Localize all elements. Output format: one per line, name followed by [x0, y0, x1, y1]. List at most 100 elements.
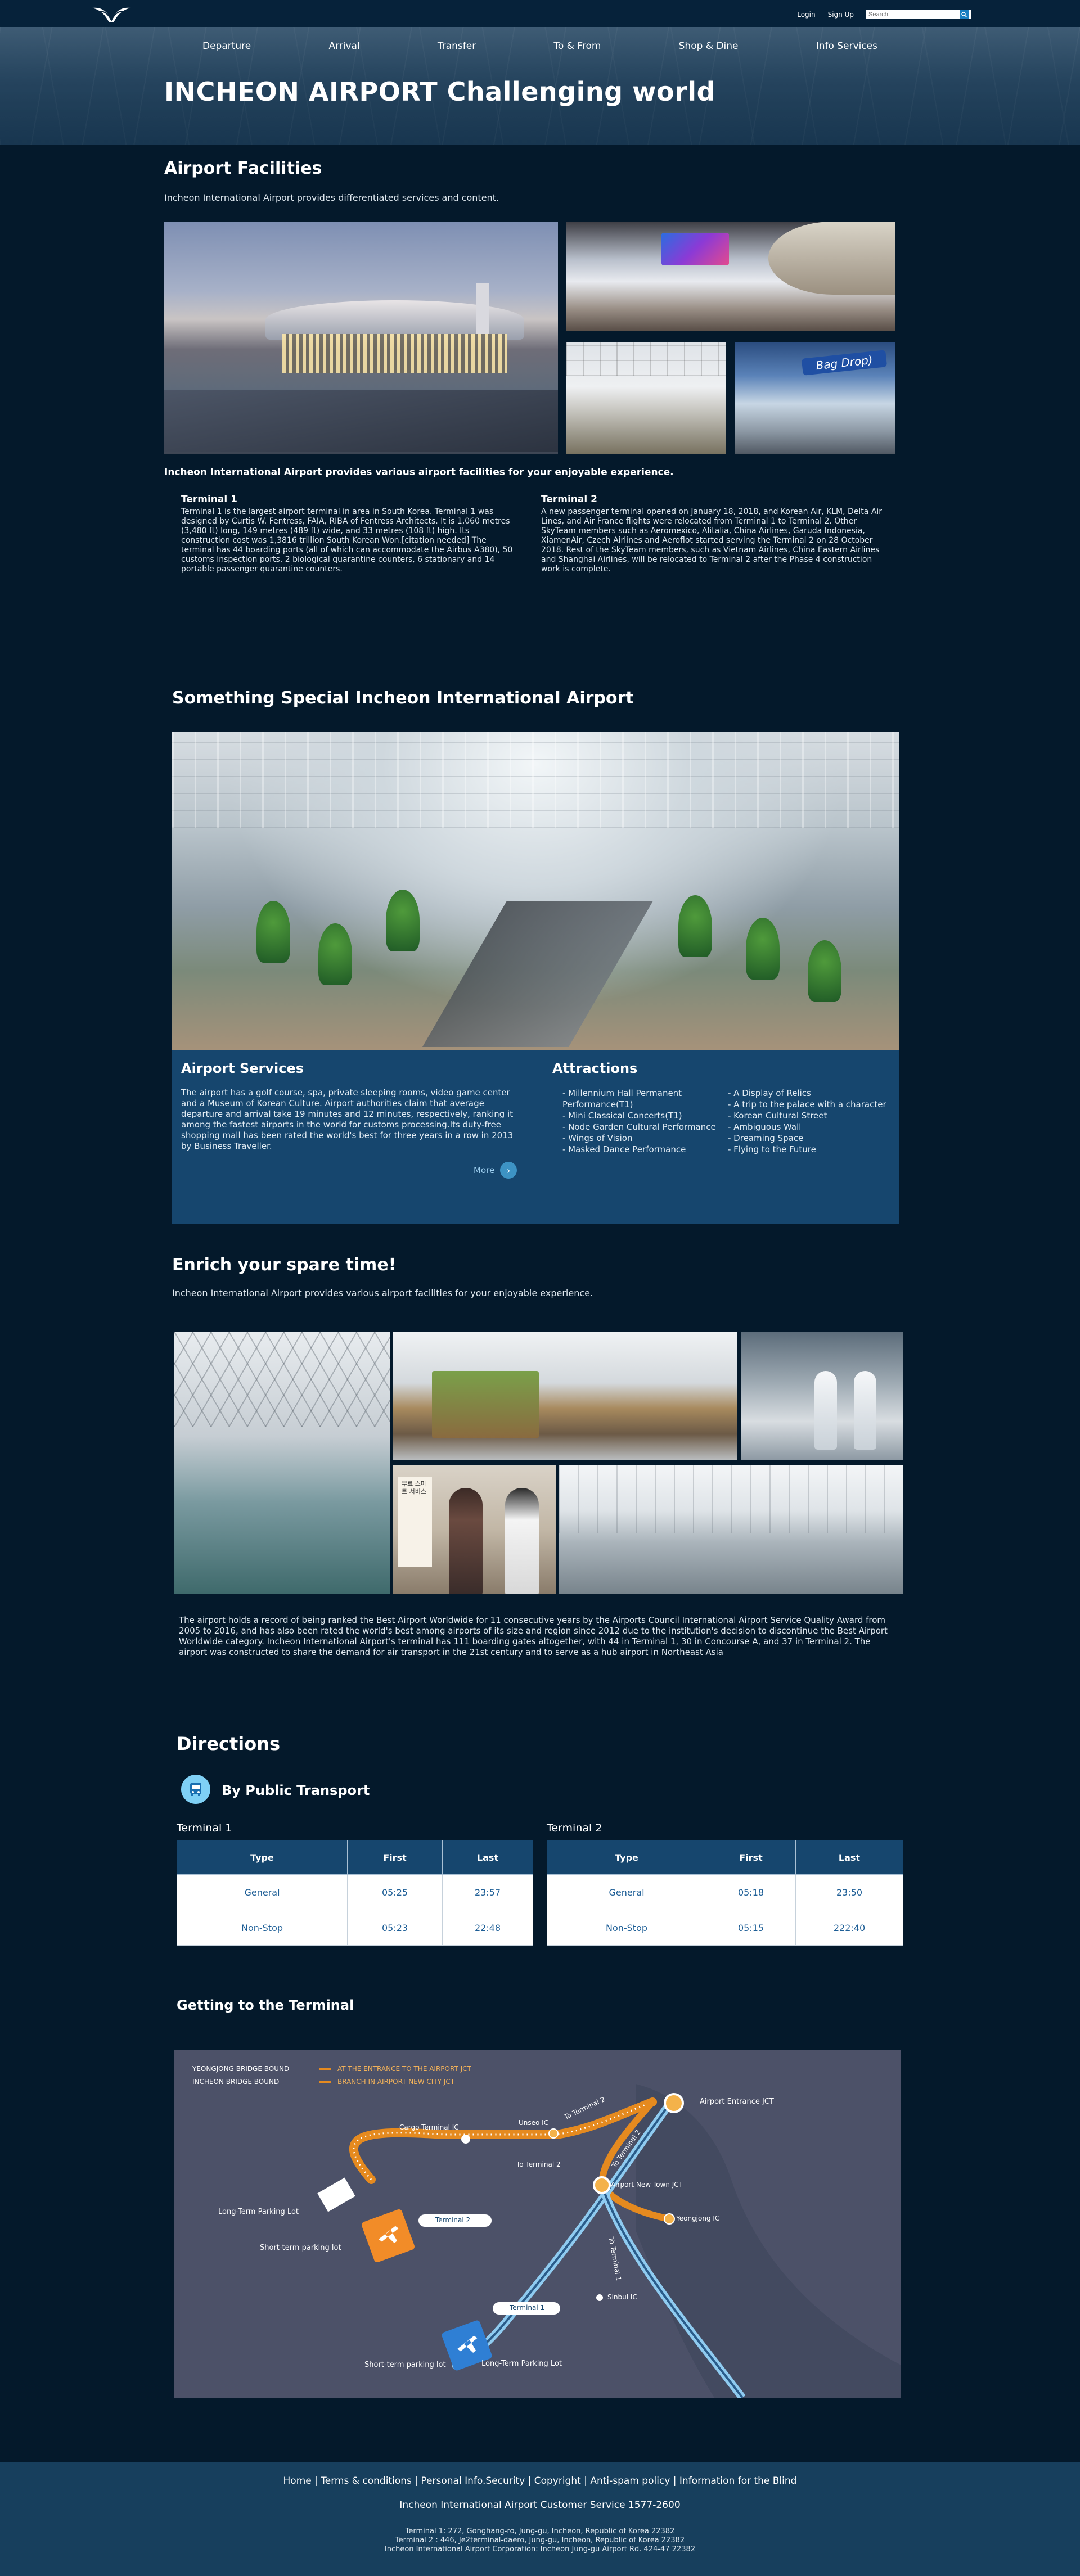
- table-cell: 05:23: [347, 1910, 443, 1946]
- legend-2-left: INCHEON BRIDGE BOUND: [192, 2078, 280, 2086]
- terminal1-text: Terminal 1 is the largest airport termin…: [181, 507, 513, 574]
- address-terminal1: Terminal 1: 272, Gonghang-ro, Jung-gu, I…: [405, 2527, 675, 2536]
- services-text: The airport has a golf course, spa, priv…: [181, 1088, 514, 1151]
- table-cell: General: [177, 1874, 348, 1910]
- table-cell: 05:18: [706, 1874, 796, 1910]
- customer-service: Incheon International Airport Customer S…: [399, 2500, 681, 2511]
- column-header: Last: [795, 1840, 903, 1875]
- nav-transfer[interactable]: Transfer: [438, 40, 476, 52]
- terminal2-text: A new passenger terminal opened on Janua…: [541, 507, 883, 574]
- more-button[interactable]: More ›: [474, 1162, 518, 1179]
- footer-link-home[interactable]: Home: [284, 2475, 312, 2487]
- facilities-title: Airport Facilities: [164, 159, 322, 178]
- spare-text: The airport holds a record of being rank…: [179, 1615, 888, 1657]
- table-cell: 05:15: [706, 1910, 796, 1946]
- list-item: - Flying to the Future: [728, 1144, 816, 1154]
- staff-service-photo: 무료 스마트 서비스: [393, 1465, 556, 1594]
- table-header-row: Type First Last: [547, 1840, 903, 1875]
- nav-to-from[interactable]: To & From: [554, 40, 601, 52]
- footer-link-antispam[interactable]: Anti-spam policy: [590, 2475, 670, 2487]
- bag-drop-sign: Bag Drop): [801, 350, 888, 376]
- table-row: Non-Stop 05:23 22:48: [177, 1910, 533, 1946]
- table-cell: Non-Stop: [547, 1910, 706, 1946]
- list-item: - Millennium Hall Permanent Performance(…: [562, 1088, 682, 1109]
- services-title: Airport Services: [181, 1061, 304, 1076]
- table-cell: 22:48: [442, 1910, 533, 1946]
- facilities-intro: Incheon International Airport provides d…: [164, 192, 500, 203]
- list-item: - Wings of Vision: [562, 1133, 633, 1143]
- transport-title: By Public Transport: [222, 1783, 370, 1798]
- label-long-term-2: Long-Term Parking Lot: [482, 2360, 562, 2368]
- service-sign: 무료 스마트 서비스: [398, 1477, 432, 1567]
- login-link[interactable]: Login: [797, 11, 815, 19]
- terminal-hall-photo: [566, 222, 896, 331]
- column-header: Last: [442, 1840, 533, 1875]
- nav-info-services[interactable]: Info Services: [816, 40, 878, 52]
- arrow-right-icon: ›: [500, 1162, 518, 1179]
- terminal-exterior-photo: [164, 222, 558, 454]
- utility-links: Login Sign Up: [797, 10, 971, 19]
- label-to-t2-b: To Terminal 2: [516, 2160, 561, 2168]
- search-input[interactable]: [866, 10, 971, 19]
- legend-2-right: BRANCH IN AIRPORT NEW CITY JCT: [338, 2078, 455, 2086]
- getting-title: Getting to the Terminal: [177, 1997, 354, 2013]
- search-icon[interactable]: [960, 10, 969, 19]
- departure-concourse-photo: [559, 1465, 903, 1594]
- label-sinbul: Sinbul IC: [608, 2293, 637, 2301]
- footer-link-blind[interactable]: Information for the Blind: [680, 2475, 797, 2487]
- terminal2-table-title: Terminal 2: [547, 1822, 602, 1834]
- terminal2-bus-table: Type First Last General 05:18 23:50 Non-…: [547, 1840, 903, 1946]
- address-corporation: Incheon International Airport Corporatio…: [384, 2545, 696, 2554]
- legend-1-left: YEONGJONG BRIDGE BOUND: [192, 2065, 290, 2073]
- attractions-list-1: - Millennium Hall Permanent Performance(…: [562, 1088, 726, 1155]
- list-item: - Korean Cultural Street: [728, 1111, 827, 1121]
- label-unseo: Unseo IC: [519, 2119, 549, 2127]
- label-long-term-1: Long-Term Parking Lot: [218, 2208, 299, 2216]
- departure-hall-photo: [566, 342, 726, 454]
- spare-intro: Incheon International Airport provides v…: [172, 1288, 593, 1298]
- footer-link-terms[interactable]: Terms & conditions: [321, 2475, 412, 2487]
- terminal1-heading: Terminal 1: [181, 494, 237, 505]
- nav-departure[interactable]: Departure: [202, 40, 251, 52]
- terminal-roof-photo: [174, 1332, 390, 1594]
- table-header-row: Type First Last: [177, 1840, 533, 1875]
- column-header: Type: [177, 1840, 348, 1875]
- signup-link[interactable]: Sign Up: [828, 11, 854, 19]
- attractions-title: Attractions: [552, 1061, 638, 1076]
- nav-shop-dine[interactable]: Shop & Dine: [679, 40, 739, 52]
- directions-title: Directions: [177, 1733, 281, 1754]
- footer-link-privacy[interactable]: Personal Info.Security: [421, 2475, 525, 2487]
- list-item: - Masked Dance Performance: [562, 1144, 686, 1154]
- route-map[interactable]: YEONGJONG BRIDGE BOUND AT THE ENTRANCE T…: [174, 2050, 901, 2398]
- column-header: Type: [547, 1840, 706, 1875]
- airport-interior-photo: [172, 732, 899, 1050]
- facilities-subtitle: Incheon International Airport provides v…: [164, 467, 674, 478]
- main-nav: Departure Arrival Transfer To & From Sho…: [202, 40, 878, 52]
- label-terminal1: Terminal 1: [510, 2304, 545, 2312]
- label-short-term-1: Short-term parking lot: [260, 2244, 341, 2252]
- check-in-counter-photo: Bag Drop): [735, 342, 896, 454]
- list-item: - Ambiguous Wall: [728, 1122, 802, 1132]
- terminal1-table-title: Terminal 1: [177, 1822, 232, 1834]
- label-new-town: Airport New Town JCT: [611, 2181, 683, 2189]
- table-row: General 05:25 23:57: [177, 1874, 533, 1910]
- guide-robot-photo: [741, 1332, 903, 1460]
- label-airport-entrance: Airport Entrance JCT: [700, 2097, 774, 2106]
- label-yeongjong: Yeongjong IC: [676, 2214, 720, 2222]
- bus-icon: [181, 1775, 210, 1804]
- footer-link-copyright[interactable]: Copyright: [534, 2475, 581, 2487]
- spare-title: Enrich your spare time!: [172, 1255, 397, 1275]
- airport-logo-icon[interactable]: [89, 3, 143, 26]
- lounge-cafe-photo: [393, 1332, 737, 1460]
- label-cargo: Cargo Terminal IC: [399, 2123, 459, 2131]
- list-item: - Dreaming Space: [728, 1133, 804, 1143]
- table-cell: 23:57: [442, 1874, 533, 1910]
- nav-arrival[interactable]: Arrival: [328, 40, 359, 52]
- table-row: Non-Stop 05:15 222:40: [547, 1910, 903, 1946]
- table-row: General 05:18 23:50: [547, 1874, 903, 1910]
- column-header: First: [706, 1840, 796, 1875]
- list-item: - A trip to the palace with a character: [728, 1099, 886, 1109]
- list-item: - Mini Classical Concerts(T1): [562, 1111, 682, 1121]
- label-terminal2: Terminal 2: [435, 2216, 471, 2224]
- terminal1-bus-table: Type First Last General 05:25 23:57 Non-…: [177, 1840, 533, 1946]
